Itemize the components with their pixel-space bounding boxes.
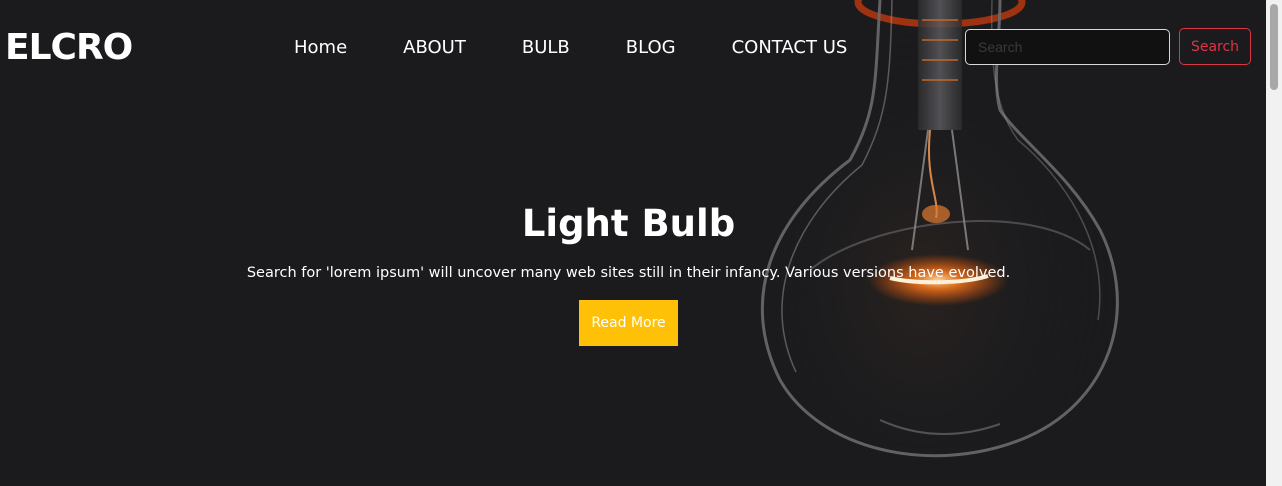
read-more-button[interactable]: Read More [579,300,678,346]
hero-description: Search for 'lorem ipsum' will uncover ma… [246,265,1011,281]
search-input[interactable] [965,28,1170,65]
brand-logo[interactable]: ELCRO [5,26,133,70]
nav-link-about[interactable]: ABOUT [403,36,466,60]
vertical-scrollbar[interactable] [1266,0,1282,486]
search-form: Search [965,28,1251,65]
nav-link-contact-us[interactable]: CONTACT US [732,36,848,60]
hero-title: Light Bulb [521,202,736,245]
scrollbar-thumb[interactable] [1270,4,1278,90]
nav-link-home[interactable]: Home [294,36,347,60]
hero-section: Light Bulb Search for 'lorem ipsum' will… [0,200,1257,346]
nav-link-blog[interactable]: BLOG [626,36,676,60]
page: ELCRO Home ABOUT BULB BLOG CONTACT US Se… [0,0,1282,486]
nav-link-bulb[interactable]: BULB [522,36,570,60]
navbar: ELCRO Home ABOUT BULB BLOG CONTACT US Se… [0,0,1266,96]
search-button[interactable]: Search [1179,28,1251,65]
nav-links: Home ABOUT BULB BLOG CONTACT US [294,36,847,60]
